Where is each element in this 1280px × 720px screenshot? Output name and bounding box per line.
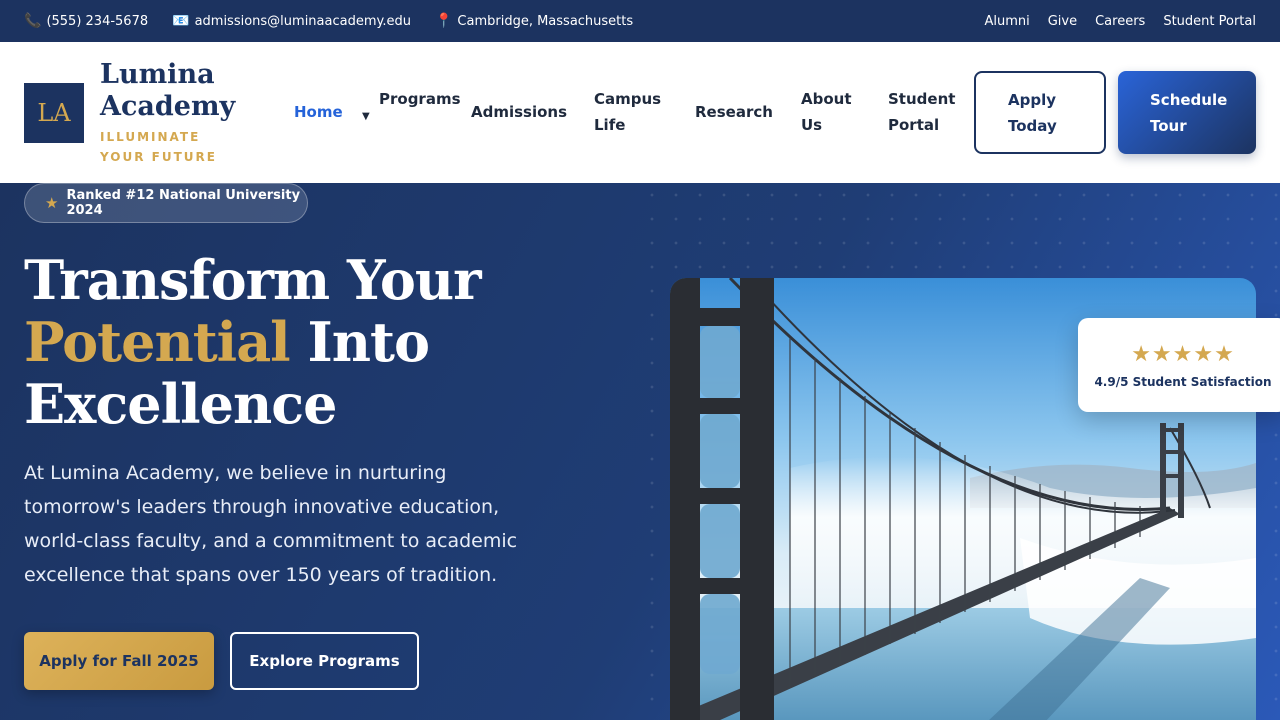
phone-icon: 📞 (24, 13, 42, 29)
nav-student-portal[interactable]: Student Portal (888, 86, 958, 138)
hero-section: ★ Ranked #12 National University 2024 Tr… (0, 183, 1280, 720)
schedule-tour-button[interactable]: Schedule Tour (1118, 71, 1256, 154)
top-utility-bar: 📞 (555) 234-5678 📧 admissions@luminaacad… (0, 0, 1280, 42)
nav-programs-label: Programs (379, 90, 461, 108)
email-contact[interactable]: 📧 admissions@luminaacademy.edu (172, 14, 411, 29)
email-address: admissions@luminaacademy.edu (194, 13, 411, 29)
headline-line-1: Transform Your (24, 248, 482, 312)
explore-programs-button[interactable]: Explore Programs (230, 632, 419, 690)
logo-text: Lumina Academy ILLUMINATE YOUR FUTURE (100, 59, 250, 167)
phone-contact[interactable]: 📞 (555) 234-5678 (24, 14, 148, 29)
logo-name: Lumina Academy (100, 58, 236, 122)
headline-gold-word: Potential (24, 310, 291, 374)
rating-score: 4.9/5 Student Satisfaction (1094, 374, 1272, 389)
utility-links: Alumni Give Careers Student Portal (984, 14, 1256, 29)
apply-today-label: Apply Today (1008, 90, 1057, 135)
nav-campus-life[interactable]: Campus Life (594, 86, 664, 138)
location-text: Cambridge, Massachusetts (457, 13, 634, 29)
apply-fall-button[interactable]: Apply for Fall 2025 (24, 632, 214, 690)
utility-link-careers[interactable]: Careers (1095, 14, 1145, 29)
nav-home[interactable]: Home (294, 99, 343, 125)
contact-info: 📞 (555) 234-5678 📧 admissions@luminaacad… (24, 14, 633, 29)
utility-link-student-portal[interactable]: Student Portal (1163, 14, 1256, 29)
ranking-text: Ranked #12 National University 2024 (66, 188, 301, 218)
headline-line-3: Excellence (24, 372, 337, 436)
location-pin-icon: 📍 (434, 13, 453, 29)
schedule-tour-label: Schedule Tour (1150, 90, 1228, 135)
logo-mark: LA (24, 82, 84, 143)
phone-number: (555) 234-5678 (46, 13, 149, 29)
nav-research[interactable]: Research (695, 99, 773, 125)
main-header: LA Lumina Academy ILLUMINATE YOUR FUTURE… (0, 42, 1280, 183)
email-icon: 📧 (172, 13, 190, 29)
nav-programs[interactable]: Programs ▼ (362, 86, 469, 122)
logo-tagline: ILLUMINATE YOUR FUTURE (100, 129, 217, 164)
chevron-down-icon: ▼ (362, 111, 370, 122)
hero-headline: Transform Your Potential Into Excellence (24, 249, 624, 435)
site-logo[interactable]: LA Lumina Academy ILLUMINATE YOUR FUTURE (24, 59, 264, 167)
nav-about-us[interactable]: About Us (801, 86, 861, 138)
headline-line-2-rest: Into (289, 310, 430, 374)
location-contact: 📍 Cambridge, Massachusetts (435, 14, 633, 29)
rating-stars-icon: ★★★★★ (1131, 341, 1235, 367)
apply-today-button[interactable]: Apply Today (974, 71, 1106, 154)
satisfaction-rating-card: ★★★★★ 4.9/5 Student Satisfaction (1078, 318, 1280, 412)
utility-link-give[interactable]: Give (1048, 14, 1077, 29)
nav-admissions[interactable]: Admissions (471, 99, 567, 125)
utility-link-alumni[interactable]: Alumni (984, 14, 1029, 29)
ranking-badge: ★ Ranked #12 National University 2024 (24, 183, 308, 223)
hero-description: At Lumina Academy, we believe in nurturi… (24, 462, 518, 586)
star-icon: ★ (45, 194, 59, 212)
